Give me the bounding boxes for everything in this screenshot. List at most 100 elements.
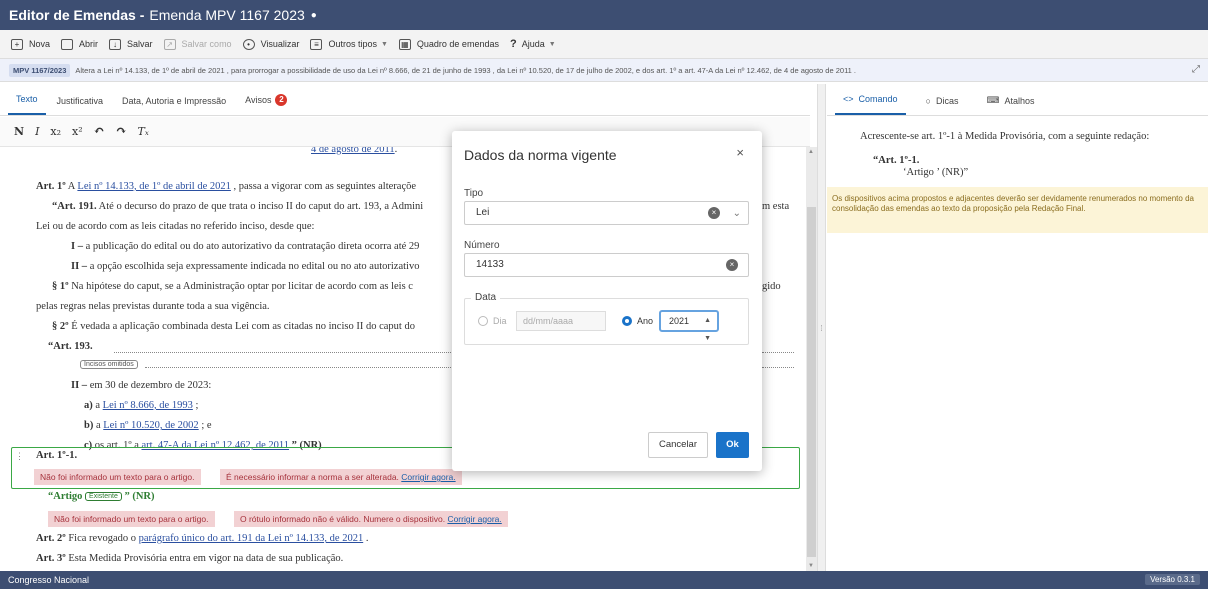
law-link[interactable]: Lei nº 8.666, de 1993: [103, 400, 193, 411]
scrollbar-thumb[interactable]: [807, 207, 816, 557]
error-text: O rótulo informado não é válido. Numere …: [240, 514, 446, 524]
tipo-select[interactable]: Lei × ⌄: [464, 201, 749, 225]
tab-atalhos-label: Atalhos: [1004, 95, 1035, 106]
existing-pill[interactable]: Existente: [85, 492, 122, 502]
dotted-leader: [762, 367, 794, 368]
error-message: O rótulo informado não é válido. Numere …: [233, 511, 508, 527]
editor-line: “Artigo Existente ” (NR): [48, 491, 155, 502]
lightbulb-icon: ○: [925, 96, 931, 106]
undo-button[interactable]: ↶: [94, 124, 105, 139]
help-label: Ajuda: [521, 39, 545, 49]
fix-now-link[interactable]: Corrigir agora.: [401, 472, 455, 482]
folder-icon: [61, 38, 74, 50]
subscript-button[interactable]: x₂: [50, 125, 61, 138]
toolbar: + Nova Abrir ↓ Salvar ↗ Salvar como • Visual…: [0, 30, 1208, 59]
text-span: Fica revogado o: [68, 533, 136, 544]
editor-scrollbar[interactable]: ▲ ▼: [806, 147, 817, 571]
editor-line: pelas regras nelas previstas durante tod…: [36, 301, 270, 312]
save-as-icon: ↗: [163, 38, 176, 50]
ano-input[interactable]: 2021 ▲ ▼: [659, 310, 719, 342]
panel-splitter[interactable]: ⁞: [817, 84, 826, 571]
open-label: Abrir: [79, 39, 99, 49]
law-link[interactable]: 4 de agosto de 2011: [311, 147, 395, 155]
text-span: a opção escolhida seja expressamente ind…: [89, 261, 420, 272]
other-types-dropdown[interactable]: ≡ Outros tipos ▼: [310, 38, 388, 50]
ok-button[interactable]: Ok: [716, 432, 749, 458]
command-item: ‘Artigo ’ (NR)”: [903, 167, 969, 178]
editor-line: Art. 1º-1.: [36, 450, 77, 461]
save-label: Salvar: [127, 39, 153, 49]
help-dropdown[interactable]: ? Ajuda ▼: [510, 38, 556, 50]
error-message: É necessário informar a norma a ser alte…: [219, 469, 462, 485]
save-as-label: Salvar como: [181, 39, 232, 49]
dia-input[interactable]: dd/mm/aaaa: [516, 311, 606, 331]
editor-line: Lei ou de acordo com as leis citadas no …: [36, 221, 314, 232]
tab-atalhos[interactable]: ⌨ Atalhos: [979, 95, 1043, 115]
expand-icon[interactable]: ⤢: [1192, 64, 1200, 75]
bold-button[interactable]: N: [14, 125, 24, 138]
tab-data-autoria[interactable]: Data, Autoria e Impressão: [114, 96, 234, 115]
code-icon: <>: [843, 94, 854, 104]
command-text: Acrescente-se art. 1º-1 à Medida Provisó…: [860, 131, 1150, 142]
clear-icon[interactable]: ×: [708, 207, 720, 219]
law-link[interactable]: Lei nº 10.520, de 2002: [103, 420, 198, 431]
editor-line: § 1º Na hipótese do caput, se a Administ…: [52, 281, 413, 292]
text-span: , passa a vigorar com as seguintes alter…: [233, 181, 417, 192]
drag-handle-icon[interactable]: ⋮: [15, 451, 24, 462]
proposition-summary: Altera a Lei nº 14.133, de 1º de abril d…: [75, 65, 857, 75]
item-label: I –: [71, 241, 83, 252]
chevron-down-icon[interactable]: ⌄: [733, 203, 741, 225]
tipo-value: Lei: [476, 207, 490, 218]
new-button[interactable]: + Nova: [11, 38, 51, 50]
scroll-down-icon[interactable]: ▼: [808, 563, 814, 569]
text-span: Até o decurso do prazo de que trata o in…: [98, 201, 424, 212]
fix-now-link[interactable]: Corrigir agora.: [447, 514, 501, 524]
law-link[interactable]: Lei nº 14.133, de 1º de abril de 2021: [77, 181, 230, 192]
text-span: Lei ou de acordo com as leis citadas no …: [36, 221, 315, 232]
clear-format-button[interactable]: Tₓ: [137, 125, 148, 138]
tab-dicas[interactable]: ○ Dicas: [918, 96, 967, 115]
status-bar: Congresso Nacional Versão 0.3.1: [0, 571, 1208, 589]
tab-comando[interactable]: <> Comando: [835, 94, 906, 115]
clear-icon[interactable]: ×: [726, 259, 738, 271]
italic-button[interactable]: I: [35, 125, 39, 138]
close-icon[interactable]: ×: [736, 145, 744, 160]
help-icon: ?: [509, 38, 517, 50]
article-label: “Art. 191.: [52, 201, 97, 212]
text-span: Na hipótese do caput, se a Administração…: [71, 281, 413, 292]
omitted-items-pill[interactable]: Incisos omitidos: [80, 360, 138, 370]
preview-button[interactable]: • Visualizar: [242, 38, 299, 50]
text-span: gido: [762, 281, 781, 292]
new-label: Nova: [29, 39, 51, 49]
save-button[interactable]: ↓ Salvar: [109, 38, 153, 50]
paragraph-label: § 2º: [52, 321, 69, 332]
article-label: Art. 1º: [36, 181, 66, 192]
redo-button[interactable]: ↷: [116, 124, 127, 139]
open-button[interactable]: Abrir: [61, 38, 99, 50]
tab-dicas-label: Dicas: [935, 96, 959, 106]
text-span: em 30 de dezembro de 2023:: [89, 380, 212, 391]
dotted-leader: [114, 352, 451, 353]
superscript-button[interactable]: x²: [72, 125, 83, 138]
editor-line: “Art. 193.: [48, 341, 93, 352]
editor-line: I – a publicação do edital ou do ato aut…: [71, 241, 419, 252]
norma-vigente-dialog: Dados da norma vigente × Tipo Lei × ⌄ Nú…: [452, 131, 762, 471]
dia-label: Dia: [493, 316, 507, 326]
law-link[interactable]: parágrafo único do art. 191 da Lei nº 14…: [139, 533, 364, 544]
item-label: b): [84, 420, 94, 431]
tab-justificativa[interactable]: Justificativa: [49, 96, 112, 115]
dia-radio[interactable]: [478, 316, 488, 326]
scroll-up-icon[interactable]: ▲: [808, 149, 814, 155]
item-label: II –: [71, 380, 88, 391]
tab-avisos[interactable]: Avisos 2: [237, 94, 295, 115]
save-as-button[interactable]: ↗ Salvar como: [163, 38, 232, 50]
tab-comando-label: Comando: [858, 94, 898, 104]
amendments-table-button[interactable]: ▦ Quadro de emendas: [398, 38, 499, 50]
tab-texto[interactable]: Texto: [8, 94, 46, 115]
stepper-icon[interactable]: ▲ ▼: [704, 312, 711, 348]
numero-input[interactable]: 14133 ×: [464, 253, 749, 277]
cancel-button[interactable]: Cancelar: [648, 432, 708, 458]
text-span: A: [67, 181, 75, 192]
ano-radio[interactable]: [622, 316, 632, 326]
text-span: m esta: [762, 201, 790, 212]
